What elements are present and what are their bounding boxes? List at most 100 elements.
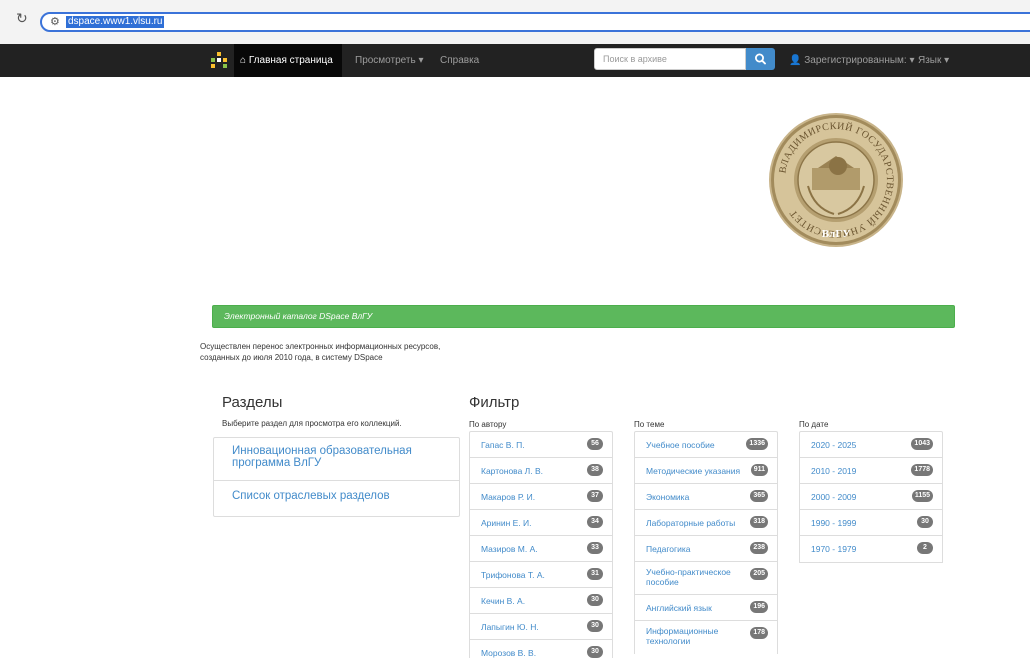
- filter-item-label[interactable]: Педагогика: [646, 544, 742, 554]
- url-text[interactable]: dspace.www1.vlsu.ru: [66, 16, 165, 28]
- university-seal-logo: ВЛАДИМИРСКИЙ ГОСУДАРСТВЕННЫЙ УНИВЕРСИТЕТ…: [769, 113, 903, 247]
- count-badge: 56: [587, 438, 603, 450]
- filter-subject-item[interactable]: Учебно-практическое пособие 205: [635, 562, 777, 595]
- filter-author-item[interactable]: Лапыгин Ю. Н. 30: [470, 614, 612, 640]
- filter-author-item[interactable]: Морозов В. В. 30: [470, 640, 612, 658]
- count-badge: 238: [750, 542, 768, 554]
- filter-item-label[interactable]: 2020 - 2025: [811, 440, 907, 450]
- filter-item-label[interactable]: Экономика: [646, 492, 742, 502]
- filter-item-label[interactable]: 1990 - 1999: [811, 518, 907, 528]
- nav-help-link[interactable]: Справка: [440, 44, 479, 77]
- filter-subject-item[interactable]: Экономика 365: [635, 484, 777, 510]
- count-badge: 34: [587, 516, 603, 528]
- nav-home-link[interactable]: ⌂ Главная страница: [234, 44, 342, 77]
- section-item-label[interactable]: Список отраслевых разделов: [232, 490, 441, 502]
- count-badge: 205: [750, 568, 768, 580]
- filter-author-item[interactable]: Трифонова Т. А. 31: [470, 562, 612, 588]
- filter-item-label[interactable]: 2000 - 2009: [811, 492, 907, 502]
- filter-subject-item[interactable]: Учебное пособие 1336: [635, 432, 777, 458]
- filter-author-label: По автору: [469, 420, 507, 429]
- filter-date-item[interactable]: 2000 - 2009 1155: [800, 484, 942, 510]
- filter-date-item[interactable]: 1990 - 1999 30: [800, 510, 942, 536]
- filter-subject-item[interactable]: Английский язык 196: [635, 595, 777, 621]
- filter-author-item[interactable]: Аринин Е. И. 34: [470, 510, 612, 536]
- filter-item-label[interactable]: 1970 - 1979: [811, 544, 907, 554]
- section-item[interactable]: Инновационная образовательная программа …: [214, 445, 459, 481]
- nav-language-dropdown[interactable]: Язык ▾: [918, 44, 949, 77]
- filter-author-item[interactable]: Мазиров М. А. 33: [470, 536, 612, 562]
- search-input[interactable]: [594, 48, 746, 70]
- filter-date-label: По дате: [799, 420, 829, 429]
- top-navbar: ⌂ Главная страница Просмотреть ▾ Справка…: [0, 44, 1030, 77]
- user-icon: 👤: [789, 55, 802, 66]
- browser-toolbar: ↻ ⚙ dspace.www1.vlsu.ru: [0, 0, 1030, 45]
- filter-item-label[interactable]: Английский язык: [646, 603, 742, 613]
- filter-item-label[interactable]: Трифонова Т. А.: [481, 570, 577, 580]
- filter-author-list: Гапас В. П. 56 Картонова Л. В. 38 Макаров …: [469, 431, 613, 658]
- reload-icon[interactable]: ↻: [16, 10, 28, 27]
- count-badge: 30: [587, 594, 603, 606]
- count-badge: 1043: [911, 438, 933, 450]
- filter-item-label[interactable]: Картонова Л. В.: [481, 466, 577, 476]
- filter-item-label[interactable]: Кечин В. А.: [481, 596, 577, 606]
- filter-item-label[interactable]: Гапас В. П.: [481, 440, 577, 450]
- filter-item-label[interactable]: Лабораторные работы: [646, 518, 742, 528]
- filter-item-label[interactable]: Учебное пособие: [646, 440, 742, 450]
- search-button[interactable]: [746, 48, 775, 70]
- filter-date-list: 2020 - 2025 1043 2010 - 2019 1778 2000 - 2…: [799, 431, 943, 563]
- count-badge: 33: [587, 542, 603, 554]
- filter-item-label[interactable]: Мазиров М. А.: [481, 544, 577, 554]
- filter-item-label[interactable]: Методические указания: [646, 466, 742, 476]
- address-bar[interactable]: ⚙ dspace.www1.vlsu.ru: [40, 12, 1030, 32]
- sections-list: Инновационная образовательная программа …: [213, 437, 460, 517]
- count-badge: 196: [750, 601, 768, 613]
- filter-author-item[interactable]: Картонова Л. В. 38: [470, 458, 612, 484]
- catalog-banner: Электронный каталог DSpace ВлГУ: [212, 305, 955, 328]
- filter-subject-item[interactable]: Лабораторные работы 318: [635, 510, 777, 536]
- migration-notice: Осуществлен перенос электронных информац…: [200, 342, 441, 362]
- count-badge: 318: [750, 516, 768, 528]
- filter-date-item[interactable]: 1970 - 1979 2: [800, 536, 942, 562]
- section-item-label[interactable]: Инновационная образовательная программа …: [232, 445, 441, 469]
- count-badge: 38: [587, 464, 603, 476]
- filter-author-item[interactable]: Макаров Р. И. 37: [470, 484, 612, 510]
- filter-item-label[interactable]: Макаров Р. И.: [481, 492, 577, 502]
- count-badge: 178: [750, 627, 768, 639]
- filter-author-item[interactable]: Кечин В. А. 30: [470, 588, 612, 614]
- filter-title: Фильтр: [469, 394, 520, 411]
- count-badge: 30: [587, 646, 603, 658]
- count-badge: 30: [587, 620, 603, 632]
- section-item[interactable]: Список отраслевых разделов: [214, 490, 459, 502]
- count-badge: 1778: [911, 464, 933, 476]
- filter-date-item[interactable]: 2010 - 2019 1778: [800, 458, 942, 484]
- filter-author-item[interactable]: Гапас В. П. 56: [470, 432, 612, 458]
- count-badge: 2: [917, 542, 933, 554]
- count-badge: 30: [917, 516, 933, 528]
- filter-item-label[interactable]: Учебно-практическое пособие: [646, 567, 742, 587]
- count-badge: 365: [750, 490, 768, 502]
- count-badge: 911: [750, 464, 768, 476]
- filter-subject-label: По теме: [634, 420, 665, 429]
- sections-title: Разделы: [222, 394, 283, 411]
- count-badge: 31: [587, 568, 603, 580]
- seal-abbreviation: ВлГУ: [822, 228, 851, 240]
- dspace-logo-icon[interactable]: [211, 52, 227, 68]
- filter-item-label[interactable]: 2010 - 2019: [811, 466, 907, 476]
- filter-item-label[interactable]: Лапыгин Ю. Н.: [481, 622, 577, 632]
- site-info-icon[interactable]: ⚙: [50, 15, 60, 28]
- filter-item-label[interactable]: Аринин Е. И.: [481, 518, 577, 528]
- sections-subtitle: Выберите раздел для просмотра его коллек…: [222, 419, 402, 428]
- filter-date-item[interactable]: 2020 - 2025 1043: [800, 432, 942, 458]
- nav-user-label: Зарегистрированным: ▾: [804, 55, 915, 66]
- search-icon: [754, 53, 766, 65]
- nav-browse-dropdown[interactable]: Просмотреть ▾: [355, 44, 424, 77]
- filter-subject-item[interactable]: Педагогика 238: [635, 536, 777, 562]
- filter-subject-item[interactable]: Информационные технологии 178: [635, 621, 777, 654]
- filter-item-label[interactable]: Морозов В. В.: [481, 648, 577, 658]
- nav-user-dropdown[interactable]: 👤 Зарегистрированным: ▾: [789, 44, 915, 77]
- count-badge: 1155: [911, 490, 933, 502]
- filter-item-label[interactable]: Информационные технологии: [646, 626, 742, 646]
- filter-subject-list: Учебное пособие 1336 Методические указани…: [634, 431, 778, 654]
- filter-subject-item[interactable]: Методические указания 911: [635, 458, 777, 484]
- count-badge: 1336: [746, 438, 768, 450]
